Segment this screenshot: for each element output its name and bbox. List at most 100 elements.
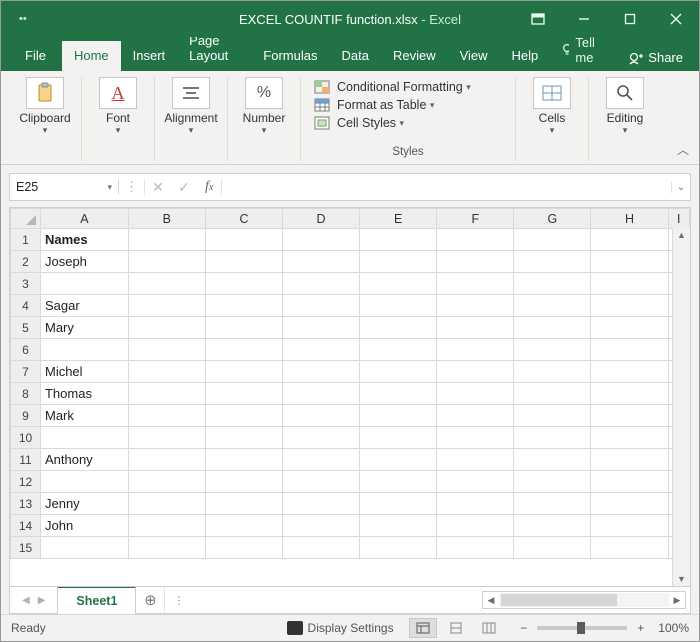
cell[interactable] xyxy=(514,229,591,251)
cell[interactable] xyxy=(437,471,514,493)
cell[interactable] xyxy=(591,383,668,405)
cell[interactable] xyxy=(283,515,360,537)
cell[interactable] xyxy=(360,229,437,251)
cell[interactable] xyxy=(40,339,128,361)
col-header[interactable]: E xyxy=(360,209,437,229)
cell[interactable] xyxy=(205,427,282,449)
cell[interactable] xyxy=(205,383,282,405)
cell[interactable] xyxy=(205,339,282,361)
alignment-button[interactable]: Alignment ▾ xyxy=(163,77,219,135)
cell[interactable] xyxy=(360,427,437,449)
cell[interactable] xyxy=(360,273,437,295)
cell[interactable]: John xyxy=(40,515,128,537)
cell[interactable] xyxy=(360,339,437,361)
cell[interactable] xyxy=(514,295,591,317)
cell[interactable]: Thomas xyxy=(40,383,128,405)
tab-formulas[interactable]: Formulas xyxy=(251,41,329,71)
tab-insert[interactable]: Insert xyxy=(121,41,178,71)
cell[interactable] xyxy=(514,427,591,449)
cell[interactable] xyxy=(360,317,437,339)
cell[interactable] xyxy=(283,229,360,251)
cell[interactable] xyxy=(128,251,205,273)
tab-view[interactable]: View xyxy=(448,41,500,71)
cell[interactable] xyxy=(360,515,437,537)
row-header[interactable]: 10 xyxy=(11,427,41,449)
cell[interactable] xyxy=(591,229,668,251)
cell[interactable] xyxy=(591,295,668,317)
cell[interactable] xyxy=(128,383,205,405)
col-header[interactable]: D xyxy=(283,209,360,229)
cell[interactable] xyxy=(360,361,437,383)
ribbon-display-options-button[interactable] xyxy=(515,1,561,37)
select-all-corner[interactable] xyxy=(11,209,41,229)
cell[interactable] xyxy=(514,537,591,559)
cell[interactable] xyxy=(128,449,205,471)
cell[interactable] xyxy=(437,339,514,361)
worksheet-grid[interactable]: A B C D E F G H I 1Names2Joseph34Sagar5M… xyxy=(9,207,691,587)
new-sheet-button[interactable]: ⊕ xyxy=(136,587,165,613)
cell[interactable] xyxy=(437,229,514,251)
row-header[interactable]: 13 xyxy=(11,493,41,515)
cell[interactable] xyxy=(360,471,437,493)
table-row[interactable]: 6 xyxy=(11,339,690,361)
row-header[interactable]: 4 xyxy=(11,295,41,317)
row-header[interactable]: 2 xyxy=(11,251,41,273)
cell[interactable] xyxy=(591,471,668,493)
row-header[interactable]: 1 xyxy=(11,229,41,251)
cell[interactable] xyxy=(205,471,282,493)
tab-help[interactable]: Help xyxy=(500,41,551,71)
cell[interactable] xyxy=(40,273,128,295)
font-button[interactable]: A Font ▾ xyxy=(90,77,146,135)
sheet-tab-active[interactable]: Sheet1 xyxy=(57,586,136,614)
cell[interactable] xyxy=(514,449,591,471)
cell[interactable] xyxy=(437,449,514,471)
table-row[interactable]: 12 xyxy=(11,471,690,493)
enter-formula-button[interactable]: ✓ xyxy=(171,179,197,196)
cell[interactable] xyxy=(128,471,205,493)
insert-function-button[interactable]: fx xyxy=(197,179,222,195)
cell[interactable] xyxy=(205,295,282,317)
cell[interactable] xyxy=(128,339,205,361)
row-header[interactable]: 5 xyxy=(11,317,41,339)
cell[interactable] xyxy=(591,405,668,427)
cell[interactable]: Mark xyxy=(40,405,128,427)
normal-view-button[interactable] xyxy=(409,618,437,638)
cell[interactable] xyxy=(283,361,360,383)
conditional-formatting-button[interactable]: Conditional Formatting ▾ xyxy=(313,79,471,95)
cell[interactable] xyxy=(591,515,668,537)
row-header[interactable]: 11 xyxy=(11,449,41,471)
table-row[interactable]: 13Jenny xyxy=(11,493,690,515)
cell[interactable] xyxy=(283,427,360,449)
clipboard-button[interactable]: Clipboard ▾ xyxy=(17,77,73,135)
collapse-ribbon-button[interactable]: ︿ xyxy=(677,141,689,158)
share-button[interactable]: Share xyxy=(612,50,699,71)
tab-data[interactable]: Data xyxy=(329,41,380,71)
cell[interactable] xyxy=(514,471,591,493)
cell[interactable] xyxy=(591,427,668,449)
cell[interactable] xyxy=(437,251,514,273)
cell[interactable] xyxy=(591,251,668,273)
cell[interactable] xyxy=(283,251,360,273)
zoom-in-button[interactable]: + xyxy=(631,621,650,635)
cell[interactable] xyxy=(514,361,591,383)
cell[interactable] xyxy=(437,273,514,295)
cell[interactable] xyxy=(514,405,591,427)
table-row[interactable]: 14John xyxy=(11,515,690,537)
tab-review[interactable]: Review xyxy=(381,41,448,71)
cell[interactable] xyxy=(283,449,360,471)
cell[interactable] xyxy=(205,273,282,295)
cell[interactable] xyxy=(591,273,668,295)
row-header[interactable]: 7 xyxy=(11,361,41,383)
zoom-control[interactable]: − + 100% xyxy=(514,621,689,635)
cell[interactable] xyxy=(591,537,668,559)
zoom-out-button[interactable]: − xyxy=(514,621,533,635)
cell[interactable] xyxy=(360,449,437,471)
page-layout-view-button[interactable] xyxy=(442,618,470,638)
cell[interactable] xyxy=(128,361,205,383)
maximize-button[interactable] xyxy=(607,1,653,37)
cell[interactable] xyxy=(591,493,668,515)
cell[interactable] xyxy=(437,383,514,405)
column-headers[interactable]: A B C D E F G H I xyxy=(11,209,690,229)
cell[interactable] xyxy=(283,493,360,515)
cell[interactable] xyxy=(128,537,205,559)
